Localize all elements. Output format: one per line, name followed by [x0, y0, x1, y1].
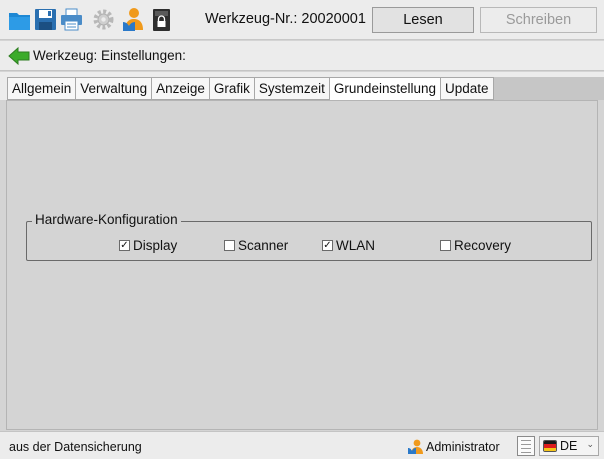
scanner-checkbox[interactable]: Scanner [224, 238, 288, 253]
tab-strip-filler [493, 77, 604, 100]
checkbox-label: Recovery [454, 238, 512, 253]
checkbox-label: WLAN [336, 238, 376, 253]
checkbox-label: Scanner [238, 238, 289, 253]
tab-list: Allgemein Verwaltung Anzeige Grafik Systemze… [7, 77, 494, 101]
checkbox-label: Display [133, 238, 178, 253]
status-bar: aus der Datensicherung Administrator DE … [0, 431, 604, 459]
main-toolbar: Werkzeug-Nr.: 20020001 Lesen Schreiben [0, 0, 604, 40]
wlan-checkbox[interactable]: ✓ WLAN [322, 238, 375, 253]
checkbox-box[interactable]: ✓ [119, 240, 130, 251]
german-flag-icon [543, 440, 557, 452]
recovery-checkbox[interactable]: Recovery [440, 238, 511, 253]
language-select[interactable]: DE ⌄ [539, 436, 599, 456]
document-icon[interactable] [517, 436, 535, 456]
tab-systemzeit[interactable]: Systemzeit [253, 77, 329, 100]
user-name: Administrator [426, 439, 500, 454]
display-checkbox[interactable]: ✓ Display [119, 238, 177, 253]
hardware-config-title: Hardware-Konfiguration [32, 212, 181, 227]
read-button[interactable]: Lesen [372, 7, 474, 33]
language-code: DE [560, 439, 578, 453]
tab-update[interactable]: Update [440, 77, 494, 100]
print-icon[interactable] [60, 7, 83, 32]
save-icon[interactable] [34, 7, 57, 32]
tab-grafik[interactable]: Grafik [208, 77, 254, 100]
checkbox-box[interactable] [440, 240, 451, 251]
write-button[interactable]: Schreiben [480, 7, 597, 33]
user-icon[interactable] [122, 7, 145, 32]
page-title: Werkzeug: Einstellungen: [33, 48, 186, 63]
tab-strip: Allgemein Verwaltung Anzeige Grafik Systemze… [0, 72, 604, 101]
tool-number-title: Werkzeug-Nr.: 20020001 [205, 11, 366, 27]
folder-icon[interactable] [8, 7, 31, 32]
tab-verwaltung[interactable]: Verwaltung [75, 77, 152, 100]
lock-icon[interactable] [150, 7, 173, 32]
tab-allgemein[interactable]: Allgemein [7, 77, 76, 100]
tab-anzeige[interactable]: Anzeige [151, 77, 209, 100]
settings-icon[interactable] [92, 7, 115, 32]
back-arrow-icon[interactable] [8, 47, 30, 65]
hardware-config-group: Hardware-Konfiguration ✓ Display Scanner… [26, 212, 592, 261]
checkbox-box[interactable] [224, 240, 235, 251]
current-user: Administrator [408, 439, 500, 454]
checkbox-box[interactable]: ✓ [322, 240, 333, 251]
tab-content-panel: Hardware-Konfiguration ✓ Display Scanner… [6, 100, 598, 430]
user-icon [408, 439, 423, 454]
page-header: Werkzeug: Einstellungen: [0, 41, 604, 71]
tab-grundeinstellung[interactable]: Grundeinstellung [328, 77, 440, 101]
status-text: aus der Datensicherung [9, 440, 142, 454]
chevron-down-icon: ⌄ [586, 439, 594, 449]
